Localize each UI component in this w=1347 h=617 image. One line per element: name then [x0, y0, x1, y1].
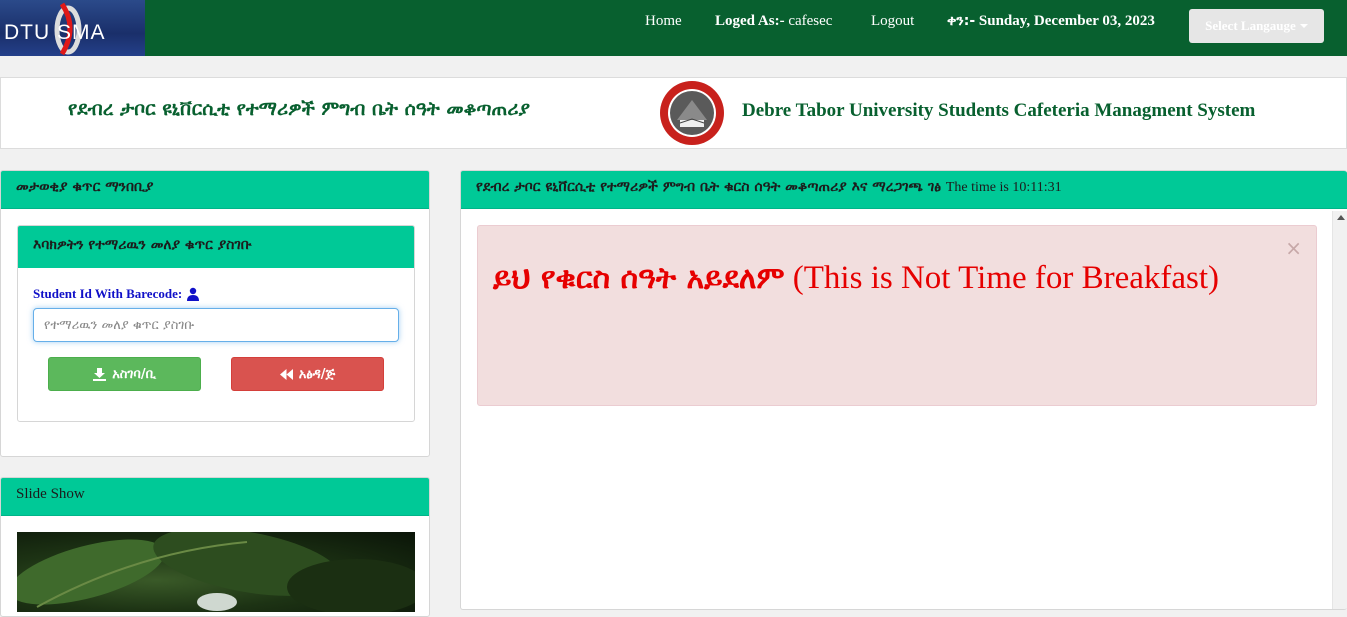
banner-title-english: Debre Tabor University Students Cafeteri…	[742, 100, 1256, 121]
scroll-up-arrow-icon[interactable]	[1337, 215, 1345, 220]
select-language-label: Select Langauge	[1205, 18, 1296, 33]
student-id-input[interactable]	[33, 308, 399, 342]
dtu-sma-logo[interactable]: DTU SMA	[0, 0, 145, 56]
current-time: The time is 10:11:31	[946, 180, 1062, 195]
submit-button[interactable]: አስገባ/ቢ	[48, 357, 201, 391]
submit-button-label: አስገባ/ቢ	[112, 366, 156, 382]
fast-backward-icon	[279, 368, 293, 380]
breakfast-control-heading: የደብረ ታቦር ዩኒቨርሲቲ የተማሪዎች ምግብ ቤት ቁርስ ሰዓት መቆ…	[461, 171, 1347, 209]
date-label: ቀን:-	[947, 13, 976, 29]
logged-as-status: Loged As:- cafesec	[715, 13, 832, 30]
logged-as-label: Loged As:-	[715, 13, 785, 29]
user-icon	[187, 287, 200, 301]
student-id-form-panel: እባክዎትን የተማሪዉን መለያ ቁጥር ያስገቡ Student Id Wi…	[17, 225, 415, 422]
clear-button[interactable]: አፅዳ/ጅ	[231, 357, 384, 391]
logged-as-user: cafesec	[788, 13, 833, 29]
alert-message-amharic: ይህ የቁርስ ሰዓት አይደለም	[493, 261, 785, 296]
date-value: Sunday, December 03, 2023	[978, 13, 1155, 29]
breakfast-control-title: የደብረ ታቦር ዩኒቨርሲቲ የተማሪዎች ምግብ ቤት ቁርስ ሰዓት መቆ…	[476, 179, 941, 195]
nav-home-link[interactable]: Home	[645, 13, 682, 30]
student-id-label-text: Student Id With Barecode:	[33, 286, 183, 301]
time-prefix: The time is	[945, 180, 1009, 195]
university-seal-icon	[658, 79, 726, 147]
close-icon[interactable]: ×	[1285, 236, 1302, 260]
id-reader-panel: መታወቂያ ቁጥር ማንበቢያ እባክዎትን የተማሪዉን መለያ ቁጥር ያስ…	[0, 170, 430, 457]
logo-text: DTU SMA	[4, 21, 106, 44]
student-id-form-heading: እባክዎትን የተማሪዉን መለያ ቁጥር ያስገቡ	[18, 226, 414, 268]
student-id-label: Student Id With Barecode:	[33, 286, 200, 302]
leaves-image-icon	[17, 532, 415, 612]
alert-message: ይህ የቁርስ ሰዓት አይደለም (This is Not Time for …	[493, 258, 1273, 299]
current-date: ቀን:- Sunday, December 03, 2023	[947, 13, 1155, 30]
select-language-button[interactable]: Select Langauge	[1189, 9, 1324, 43]
banner-title-amharic: የደብረ ታቦር ዩኒቨርሲቲ የተማሪዎች ምግብ ቤት ሰዓት መቆጣጠሪያ	[68, 98, 530, 120]
breakfast-control-panel: የደብረ ታቦር ዩኒቨርሲቲ የተማሪዎች ምግብ ቤት ቁርስ ሰዓት መቆ…	[460, 170, 1347, 610]
download-icon	[93, 367, 107, 381]
top-navbar: DTU SMA Home Loged As:- cafesec Logout ቀ…	[0, 0, 1347, 56]
time-value: 10:11:31	[1012, 180, 1062, 195]
vertical-scrollbar[interactable]	[1332, 211, 1347, 609]
not-breakfast-time-alert: × ይህ የቁርስ ሰዓት አይደለም (This is Not Time fo…	[477, 225, 1317, 406]
clear-button-label: አፅዳ/ጅ	[298, 366, 336, 382]
slide-show-image	[17, 532, 415, 612]
header-banner: የደብረ ታቦር ዩኒቨርሲቲ የተማሪዎች ምግብ ቤት ሰዓት መቆጣጠሪያ…	[0, 77, 1347, 149]
caret-down-icon	[1299, 24, 1308, 28]
nav-logout-link[interactable]: Logout	[871, 13, 914, 30]
slide-show-panel: Slide Show	[0, 477, 430, 617]
id-reader-panel-heading: መታወቂያ ቁጥር ማንበቢያ	[1, 171, 429, 209]
slide-show-heading: Slide Show	[1, 478, 429, 516]
alert-message-english: (This is Not Time for Breakfast)	[792, 260, 1219, 296]
